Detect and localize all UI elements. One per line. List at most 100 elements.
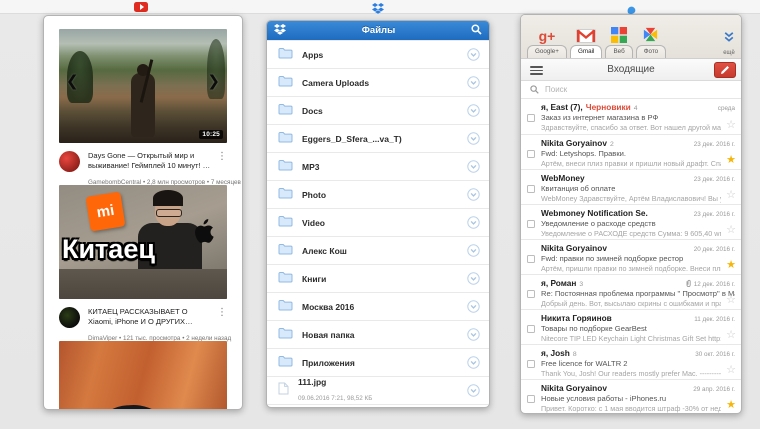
inbox-title: Входящие [607, 64, 655, 75]
dropbox-folder-row[interactable]: Книги [267, 264, 489, 292]
chevron-down-circle-icon[interactable] [467, 384, 480, 397]
video-thumbnail-beamng[interactable]: BeamNG Y ⚙⚙ [59, 341, 227, 409]
google-web-icon [611, 23, 628, 45]
email-subject: Fwd: правки по зимней подборке рестор [541, 254, 684, 263]
chevron-down-circle-icon[interactable] [467, 188, 480, 201]
email-checkbox[interactable] [527, 220, 535, 228]
email-row[interactable]: Никита Горяинов 11 дек. 2016 г. Товары п… [521, 309, 741, 344]
dropbox-folder-row[interactable]: Алекс Кош [267, 236, 489, 264]
youtube-popover: ❮ ❯ 10:25 Days Gone — Открытый мир и выж… [43, 15, 243, 410]
dropbox-file-row[interactable]: 222.jpg [267, 404, 489, 407]
email-checkbox[interactable] [527, 185, 535, 193]
folder-name: Eggers_D_Sfera_...va_T) [302, 133, 402, 144]
video-meta-row[interactable]: Days Gone — Открытый мир и выживание! Ге… [59, 143, 242, 186]
folder-name: Camera Uploads [302, 77, 370, 88]
email-row[interactable]: Webmoney Notification Se. 23 дек. 2016 г… [521, 204, 741, 239]
star-icon[interactable] [726, 155, 736, 166]
email-row[interactable]: я, Роман 3 12 дек. 2016 г. Re: Постоянна… [521, 274, 741, 309]
chevron-down-circle-icon[interactable] [467, 272, 480, 285]
dropbox-folder-row[interactable]: Camera Uploads [267, 68, 489, 96]
dropbox-folder-row[interactable]: Eggers_D_Sfera_...va_T) [267, 124, 489, 152]
chevron-down-circle-icon[interactable] [467, 104, 480, 117]
email-date: 23 дек. 2016 г. [693, 141, 735, 148]
double-chevron-down-icon [723, 30, 735, 48]
gmail-search-bar[interactable] [521, 81, 741, 99]
email-checkbox[interactable] [527, 150, 535, 158]
video-title[interactable]: Days Gone — Открытый мир и выживание! Ге… [88, 151, 213, 171]
channel-avatar[interactable] [59, 307, 80, 328]
folder-icon [278, 186, 293, 204]
star-icon[interactable] [726, 365, 736, 376]
email-snippet: Здравствуйте, спасибо за ответ. Вот наше… [541, 123, 721, 132]
chevron-down-circle-icon[interactable] [467, 76, 480, 89]
email-sender: Никита Горяинов [541, 313, 612, 323]
folder-icon [278, 354, 293, 372]
chevron-down-circle-icon[interactable] [467, 216, 480, 229]
dropbox-folder-row[interactable]: Video [267, 208, 489, 236]
search-icon[interactable] [471, 22, 482, 40]
star-icon[interactable] [726, 190, 736, 201]
email-row[interactable]: Nikita Goryainov 2 23 дек. 2016 г. Fwd: … [521, 134, 741, 169]
email-row[interactable]: Nikita Goryainov 29 апр. 2016 г. Новые у… [521, 379, 741, 413]
compose-button[interactable] [714, 62, 736, 78]
email-checkbox[interactable] [527, 395, 535, 403]
video-thumbnail-xiaomi[interactable]: mi Китаец о Xiaomi [59, 185, 227, 299]
email-checkbox[interactable] [527, 325, 535, 333]
dropbox-file-row[interactable]: 111.jpg 09.06.2016 7:21, 98,52 КБ [267, 376, 489, 404]
carousel-prev-icon[interactable]: ❮ [66, 72, 79, 90]
email-snippet: Thank You, Josh! Our readers mostly pref… [541, 369, 721, 378]
star-icon[interactable] [726, 260, 736, 271]
gmail-toolbar: Входящие [521, 59, 741, 81]
video-meta-row[interactable]: КИТАЕЦ РАССКАЗЫВАЕТ О Xiaomi, iPhone И О… [59, 299, 231, 342]
folder-name: Приложения [302, 357, 355, 368]
dropbox-folder-row[interactable]: Apps [267, 40, 489, 68]
email-checkbox[interactable] [527, 114, 535, 122]
tab-label: Gmail [569, 45, 603, 58]
kebab-menu-icon[interactable]: ⋮ [217, 151, 227, 178]
chevron-down-circle-icon[interactable] [467, 328, 480, 341]
email-thread-count: 4 [633, 105, 638, 112]
email-sender: Nikita Goryainov [541, 383, 607, 393]
dropbox-folder-row[interactable]: Новая папка [267, 320, 489, 348]
email-checkbox[interactable] [527, 290, 535, 298]
star-icon[interactable] [726, 295, 736, 306]
email-row[interactable]: я, East (7), Черновики 4 среда Заказ из … [521, 99, 741, 134]
folder-name: Новая папка [302, 329, 355, 340]
search-input[interactable] [545, 85, 732, 94]
star-icon[interactable] [726, 225, 736, 236]
chevron-down-circle-icon[interactable] [467, 160, 480, 173]
chevron-down-circle-icon[interactable] [467, 300, 480, 313]
chevron-down-circle-icon[interactable] [467, 244, 480, 257]
file-icon [278, 382, 289, 400]
chevron-down-circle-icon[interactable] [467, 356, 480, 369]
carousel-next-icon[interactable]: ❯ [207, 72, 220, 90]
chevron-down-circle-icon[interactable] [467, 132, 480, 145]
email-row[interactable]: я, Josh 8 30 окт. 2016 г. Free licence f… [521, 344, 741, 379]
chevron-down-circle-icon[interactable] [467, 48, 480, 61]
dropbox-folder-row[interactable]: Приложения [267, 348, 489, 376]
dropbox-folder-row[interactable]: Photo [267, 180, 489, 208]
channel-avatar[interactable] [59, 151, 80, 172]
star-icon[interactable] [726, 120, 736, 131]
email-snippet: Nitecore TIP LED Keychain Light Christma… [541, 334, 721, 343]
email-checkbox[interactable] [527, 360, 535, 368]
star-icon[interactable] [726, 330, 736, 341]
tab-google-plus[interactable]: g+ Google+ [527, 23, 567, 58]
dropbox-folder-row[interactable]: Docs [267, 96, 489, 124]
dropbox-folder-row[interactable]: MP3 [267, 152, 489, 180]
email-checkbox[interactable] [527, 255, 535, 263]
dropbox-folder-row[interactable]: Москва 2016 [267, 292, 489, 320]
tab-gmail[interactable]: Gmail [569, 23, 603, 58]
star-icon[interactable] [726, 400, 736, 411]
tab-web[interactable]: Веб [605, 23, 633, 58]
kebab-menu-icon[interactable]: ⋮ [217, 307, 227, 334]
video-thumbnail-days-gone[interactable]: ❮ ❯ 10:25 [59, 29, 227, 143]
email-row[interactable]: WebMoney 23 дек. 2016 г. Квитанция об оп… [521, 169, 741, 204]
more-tabs-button[interactable]: ещё [723, 30, 735, 58]
google-photos-icon [642, 23, 659, 45]
video-title[interactable]: КИТАЕЦ РАССКАЗЫВАЕТ О Xiaomi, iPhone И О… [88, 307, 213, 327]
dropbox-menubar-icon[interactable] [372, 1, 384, 19]
youtube-menubar-icon[interactable] [134, 2, 148, 12]
email-row[interactable]: Nikita Goryainov 20 дек. 2016 г. Fwd: пр… [521, 239, 741, 274]
tab-photos[interactable]: Фото [635, 23, 667, 58]
